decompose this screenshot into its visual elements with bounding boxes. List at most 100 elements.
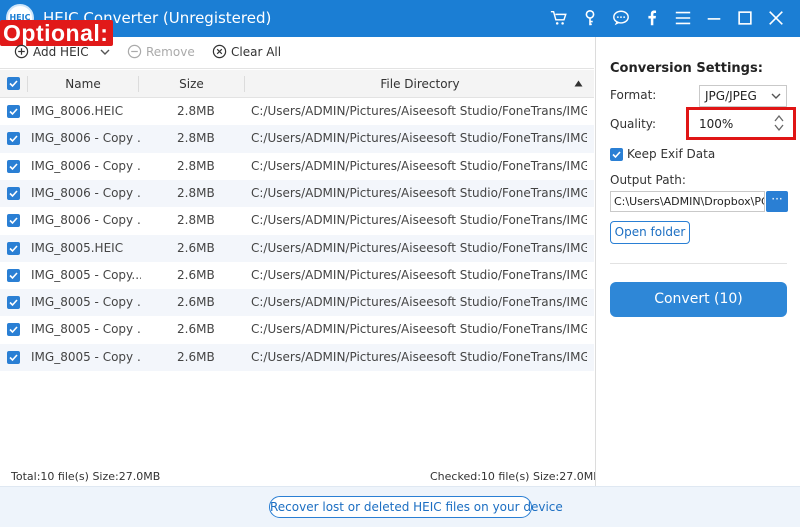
chat-icon[interactable] bbox=[609, 6, 633, 30]
table-row[interactable]: IMG_8005.HEIC 2.6MB C:/Users/ADMIN/Picture… bbox=[0, 234, 594, 262]
keep-exif-checkbox[interactable]: Keep Exif Data bbox=[610, 147, 715, 161]
table-header: Name Size File Directory bbox=[0, 70, 594, 98]
stepper-arrows-icon[interactable] bbox=[773, 113, 785, 133]
check-icon bbox=[9, 354, 18, 361]
quality-label: Quality: bbox=[610, 117, 657, 131]
file-size-cell: 2.6MB bbox=[177, 295, 215, 310]
close-icon[interactable] bbox=[764, 6, 788, 30]
recover-files-button[interactable]: Recover lost or deleted HEIC files on yo… bbox=[269, 496, 563, 518]
quality-value: 100% bbox=[699, 117, 734, 131]
file-directory-cell: C:/Users/ADMIN/Pictures/Aiseesoft Studio… bbox=[251, 213, 587, 228]
quality-stepper[interactable]: 100% bbox=[696, 115, 784, 133]
table-row[interactable]: IMG_8005 - Copy ... 2.6MB C:/Users/ADMIN/P… bbox=[0, 343, 594, 371]
row-checkbox[interactable] bbox=[7, 350, 20, 364]
add-heic-label: Add HEIC bbox=[33, 44, 89, 59]
format-label: Format: bbox=[610, 88, 657, 102]
menu-icon[interactable] bbox=[671, 6, 695, 30]
table-row[interactable]: IMG_8006 - Copy ... 2.8MB C:/Users/ADMIN/P… bbox=[0, 125, 594, 153]
file-name-cell: IMG_8005 - Copy ... bbox=[31, 349, 141, 364]
check-icon bbox=[9, 80, 18, 88]
check-icon bbox=[9, 299, 18, 307]
settings-title: Conversion Settings: bbox=[610, 61, 763, 76]
minus-circle-icon bbox=[127, 44, 142, 59]
row-checkbox[interactable] bbox=[7, 105, 20, 118]
file-name-cell: IMG_8006.HEIC bbox=[31, 104, 124, 118]
format-select[interactable]: JPG/JPEG bbox=[699, 85, 787, 107]
row-checkbox[interactable] bbox=[7, 159, 20, 173]
divider bbox=[610, 263, 787, 264]
check-icon bbox=[9, 244, 18, 252]
row-checkbox[interactable] bbox=[7, 296, 20, 310]
file-size-cell: 2.6MB bbox=[177, 240, 215, 255]
file-name-cell: IMG_8006 - Copy ... bbox=[31, 158, 141, 173]
convert-button[interactable]: Convert (10) bbox=[610, 282, 787, 317]
table-row[interactable]: IMG_8006.HEIC 2.8MB C:/Users/ADMIN/Picture… bbox=[0, 98, 594, 125]
file-size-cell: 2.6MB bbox=[177, 267, 215, 282]
check-icon bbox=[9, 108, 18, 116]
column-header-name[interactable]: Name bbox=[28, 70, 138, 98]
file-name-cell: IMG_8006 - Copy ... bbox=[31, 185, 141, 200]
maximize-icon[interactable] bbox=[733, 6, 757, 30]
add-heic-button[interactable]: Add HEIC bbox=[14, 44, 111, 59]
table-row[interactable]: IMG_8006 - Copy ... 2.8MB C:/Users/ADMIN/P… bbox=[0, 153, 594, 180]
toolbar: Add HEIC Remove Clear All bbox=[0, 37, 594, 69]
file-name-cell: IMG_8005 - Copy.... bbox=[31, 267, 141, 282]
file-directory-cell: C:/Users/ADMIN/Pictures/Aiseesoft Studio… bbox=[251, 104, 587, 118]
file-directory-cell: C:/Users/ADMIN/Pictures/Aiseesoft Studio… bbox=[251, 185, 587, 200]
column-header-directory[interactable]: File Directory bbox=[245, 70, 595, 98]
plus-circle-icon bbox=[14, 44, 29, 59]
select-all-checkbox[interactable] bbox=[7, 77, 20, 90]
keep-exif-label: Keep Exif Data bbox=[627, 147, 716, 161]
exif-checkbox-box[interactable] bbox=[610, 147, 623, 161]
file-name-cell: IMG_8005.HEIC bbox=[31, 240, 124, 255]
row-checkbox[interactable] bbox=[7, 214, 20, 228]
table-row[interactable]: IMG_8006 - Copy ... 2.8MB C:/Users/ADMIN/P… bbox=[0, 179, 594, 208]
title-bar: HEIC HEIC Converter (Unregistered) bbox=[0, 0, 800, 37]
row-checkbox[interactable] bbox=[7, 323, 20, 337]
table-row[interactable]: IMG_8006 - Copy ... 2.8MB C:/Users/ADMIN/P… bbox=[0, 207, 594, 234]
row-checkbox[interactable] bbox=[7, 268, 20, 282]
check-icon bbox=[612, 150, 621, 158]
check-icon bbox=[9, 217, 18, 225]
file-size-cell: 2.8MB bbox=[177, 104, 215, 118]
table-row[interactable]: IMG_8005 - Copy.... 2.6MB C:/Users/ADMIN/P… bbox=[0, 262, 594, 289]
file-size-cell: 2.6MB bbox=[177, 349, 215, 364]
file-name-cell: IMG_8006 - Copy ... bbox=[31, 213, 141, 228]
file-directory-cell: C:/Users/ADMIN/Pictures/Aiseesoft Studio… bbox=[251, 240, 587, 255]
check-icon bbox=[9, 135, 18, 143]
clear-x-circle-icon bbox=[212, 44, 227, 59]
chevron-down-icon[interactable] bbox=[99, 46, 111, 58]
file-directory-cell: C:/Users/ADMIN/Pictures/Aiseesoft Studio… bbox=[251, 322, 587, 337]
sort-ascending-icon[interactable] bbox=[574, 80, 583, 87]
file-size-cell: 2.8MB bbox=[177, 185, 215, 200]
browse-button[interactable]: ··· bbox=[766, 191, 788, 212]
remove-button[interactable]: Remove bbox=[127, 44, 195, 59]
open-folder-button[interactable]: Open folder bbox=[610, 221, 690, 244]
file-name-cell: IMG_8005 - Copy ... bbox=[31, 322, 141, 337]
row-checkbox[interactable] bbox=[7, 241, 20, 255]
file-directory-cell: C:/Users/ADMIN/Pictures/Aiseesoft Studio… bbox=[251, 267, 587, 282]
column-header-size[interactable]: Size bbox=[139, 70, 244, 98]
window-controls bbox=[540, 6, 788, 30]
row-checkbox[interactable] bbox=[7, 186, 20, 200]
file-name-cell: IMG_8006 - Copy ... bbox=[31, 131, 141, 146]
cart-icon[interactable] bbox=[547, 6, 571, 30]
clear-all-button[interactable]: Clear All bbox=[212, 44, 281, 59]
file-name-cell: IMG_8005 - Copy ... bbox=[31, 295, 141, 310]
output-path-field[interactable]: C:\Users\ADMIN\Dropbox\PC\ bbox=[610, 191, 765, 212]
table-row[interactable]: IMG_8005 - Copy ... 2.6MB C:/Users/ADMIN/P… bbox=[0, 289, 594, 317]
bottom-bar: Recover lost or deleted HEIC files on yo… bbox=[0, 486, 800, 527]
clear-all-label: Clear All bbox=[231, 44, 282, 59]
check-icon bbox=[9, 326, 18, 334]
table-row[interactable]: IMG_8005 - Copy ... 2.6MB C:/Users/ADMIN/P… bbox=[0, 316, 594, 343]
file-directory-cell: C:/Users/ADMIN/Pictures/Aiseesoft Studio… bbox=[251, 158, 587, 173]
total-status: Total:10 file(s) Size:27.0MB bbox=[11, 470, 161, 483]
check-icon bbox=[9, 163, 18, 170]
file-size-cell: 2.8MB bbox=[177, 131, 215, 146]
facebook-icon[interactable] bbox=[640, 6, 664, 30]
check-icon bbox=[9, 190, 18, 198]
key-icon[interactable] bbox=[578, 6, 602, 30]
minimize-icon[interactable] bbox=[702, 6, 726, 30]
row-checkbox[interactable] bbox=[7, 132, 20, 146]
file-directory-cell: C:/Users/ADMIN/Pictures/Aiseesoft Studio… bbox=[251, 349, 587, 364]
